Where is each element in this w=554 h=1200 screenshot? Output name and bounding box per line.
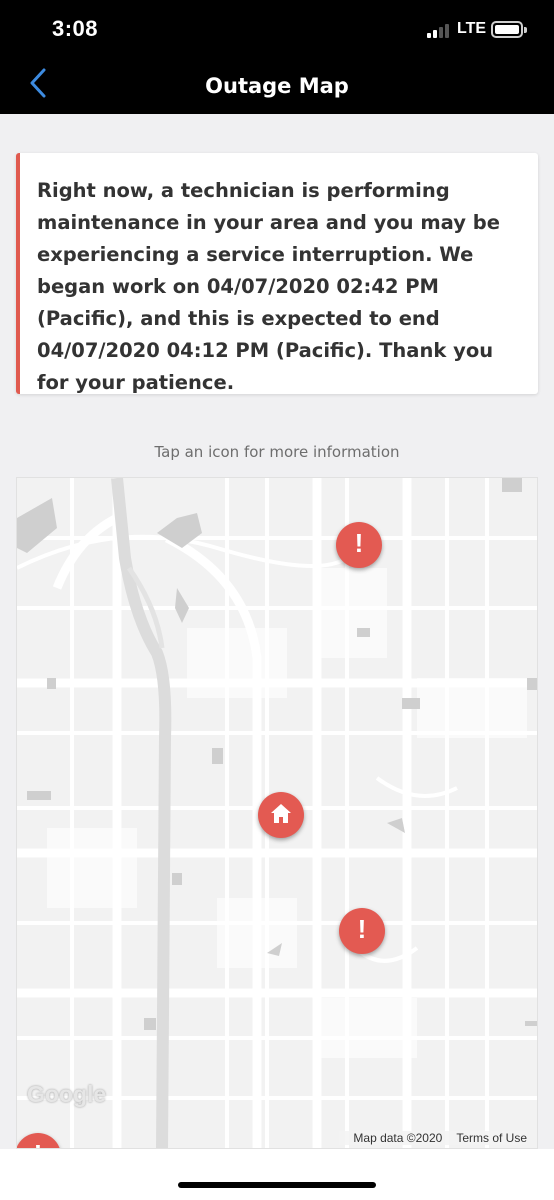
map-hint: Tap an icon for more information bbox=[154, 443, 400, 461]
map-data-label: Map data ©2020 bbox=[353, 1131, 443, 1145]
outage-marker[interactable]: ! bbox=[339, 908, 385, 954]
network-label: LTE bbox=[457, 20, 487, 37]
home-icon bbox=[271, 804, 291, 823]
page-title: Outage Map bbox=[205, 74, 349, 98]
exclamation-icon: ! bbox=[357, 914, 367, 944]
google-logo: Google bbox=[27, 1081, 107, 1107]
alert-message: Right now, a technician is performing ma… bbox=[37, 179, 500, 394]
status-time: 3:08 bbox=[52, 16, 99, 41]
home-indicator-area bbox=[0, 1149, 554, 1200]
outage-map[interactable]: ! ! ! Google Map data ©2020 Terms of Use bbox=[16, 477, 538, 1149]
outage-marker[interactable]: ! bbox=[336, 522, 382, 568]
nav-bar: Outage Map bbox=[0, 56, 554, 114]
home-indicator[interactable] bbox=[178, 1182, 376, 1188]
terms-link[interactable]: Terms of Use bbox=[456, 1131, 527, 1145]
signal-icon bbox=[427, 22, 453, 38]
exclamation-icon: ! bbox=[17, 1139, 61, 1148]
exclamation-icon: ! bbox=[354, 528, 364, 558]
home-marker[interactable] bbox=[258, 792, 304, 838]
outage-alert-card: Right now, a technician is performing ma… bbox=[16, 153, 538, 394]
battery-icon bbox=[491, 21, 527, 38]
map-attribution: Map data ©2020 Terms of Use bbox=[339, 1131, 527, 1145]
status-bar: 3:08 LTE bbox=[0, 0, 554, 56]
